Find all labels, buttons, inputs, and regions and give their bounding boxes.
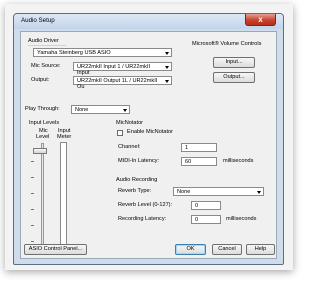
channel-value: 1 [185, 145, 189, 151]
chevron-down-icon [165, 80, 169, 83]
chevron-down-icon [165, 66, 169, 69]
midi-latency-label: MIDI-In Latency: [118, 158, 160, 164]
mic-source-value: UR22mkII Input 1 / UR22mkII Input [77, 64, 151, 76]
chevron-down-icon [257, 191, 261, 194]
slider-tick [31, 209, 34, 210]
channel-input[interactable]: 1 [181, 143, 217, 152]
slider-tick [31, 241, 34, 242]
close-icon: x [258, 15, 263, 24]
ms-volume-heading: Microsoft® Volume Controls [192, 41, 262, 47]
midi-latency-input[interactable]: 60 [181, 157, 217, 166]
reverb-type-value: None [177, 189, 191, 195]
input-volume-button[interactable]: Input... [213, 57, 255, 68]
dialog-client-area: Audio Driver Yamaha Steinberg USB ASIO M… [20, 31, 277, 259]
slider-tick [31, 193, 34, 194]
channel-label: Channel: [118, 144, 141, 150]
mic-source-select[interactable]: UR22mkII Input 1 / UR22mkII Input [73, 62, 172, 76]
audio-recording-heading: Audio Recording [116, 177, 158, 183]
input-meter-label-line2: Meter [57, 134, 72, 140]
help-label: Help [254, 246, 267, 252]
enable-micnotator-checkbox[interactable] [117, 130, 123, 136]
reverb-type-label: Reverb Type: [118, 188, 152, 194]
slider-tick [31, 225, 34, 226]
output-value: UR22mkII Output 1L / UR22mkII Ou [77, 78, 158, 90]
play-through-select[interactable]: None [71, 105, 130, 114]
audio-setup-window: Audio Setup x Audio Driver Yamaha Steinb… [13, 13, 284, 265]
mic-level-track [41, 143, 44, 247]
ok-label: OK [186, 246, 195, 252]
recording-latency-unit: milliseconds [226, 216, 257, 222]
reverb-level-value: 0 [195, 203, 199, 209]
divider [28, 45, 66, 46]
audio-driver-value: Yamaha Steinberg USB ASIO [37, 50, 111, 56]
slider-tick [31, 177, 34, 178]
recording-latency-label: Recording Latency: [118, 216, 167, 222]
audio-driver-heading: Audio Driver [28, 38, 59, 44]
output-select[interactable]: UR22mkII Output 1L / UR22mkII Ou [73, 76, 172, 90]
input-levels-heading: Input Levels [29, 120, 60, 126]
output-volume-label: Output... [223, 74, 245, 80]
slider-tick [31, 161, 34, 162]
output-label: Output: [31, 77, 50, 83]
close-button[interactable]: x [245, 14, 276, 26]
title-bar[interactable]: Audio Setup x [14, 14, 283, 29]
help-button[interactable]: Help [246, 244, 275, 255]
asio-control-panel-button[interactable]: ASIO Control Panel... [24, 244, 87, 255]
ok-button[interactable]: OK [175, 244, 206, 255]
input-volume-label: Input... [225, 59, 243, 65]
cancel-label: Cancel [218, 246, 236, 252]
audio-driver-select[interactable]: Yamaha Steinberg USB ASIO [33, 48, 172, 57]
window-title: Audio Setup [21, 17, 55, 24]
enable-micnotator-label: Enable MicNotator [127, 129, 174, 135]
reverb-level-input[interactable]: 0 [191, 201, 221, 210]
mic-level-label-line2: Level [36, 134, 50, 140]
play-through-value: None [75, 107, 89, 113]
chevron-down-icon [165, 52, 169, 55]
reverb-type-select[interactable]: None [173, 187, 264, 196]
mic-source-label: Mic Source: [31, 63, 61, 69]
midi-latency-unit: milliseconds [223, 158, 254, 164]
mic-level-slider-thumb[interactable] [33, 148, 47, 154]
recording-latency-input[interactable]: 0 [191, 215, 221, 224]
reverb-level-label: Reverb Level (0-127): [118, 202, 173, 208]
recording-latency-value: 0 [195, 217, 199, 223]
play-through-label: Play Through: [25, 106, 60, 112]
cancel-button[interactable]: Cancel [212, 244, 242, 255]
micnotator-heading: MicNotator [116, 120, 144, 126]
asio-control-panel-label: ASIO Control Panel... [28, 246, 83, 252]
midi-latency-value: 60 [185, 159, 192, 165]
output-volume-button[interactable]: Output... [213, 72, 255, 83]
chevron-down-icon [123, 109, 127, 112]
input-meter [60, 142, 67, 249]
